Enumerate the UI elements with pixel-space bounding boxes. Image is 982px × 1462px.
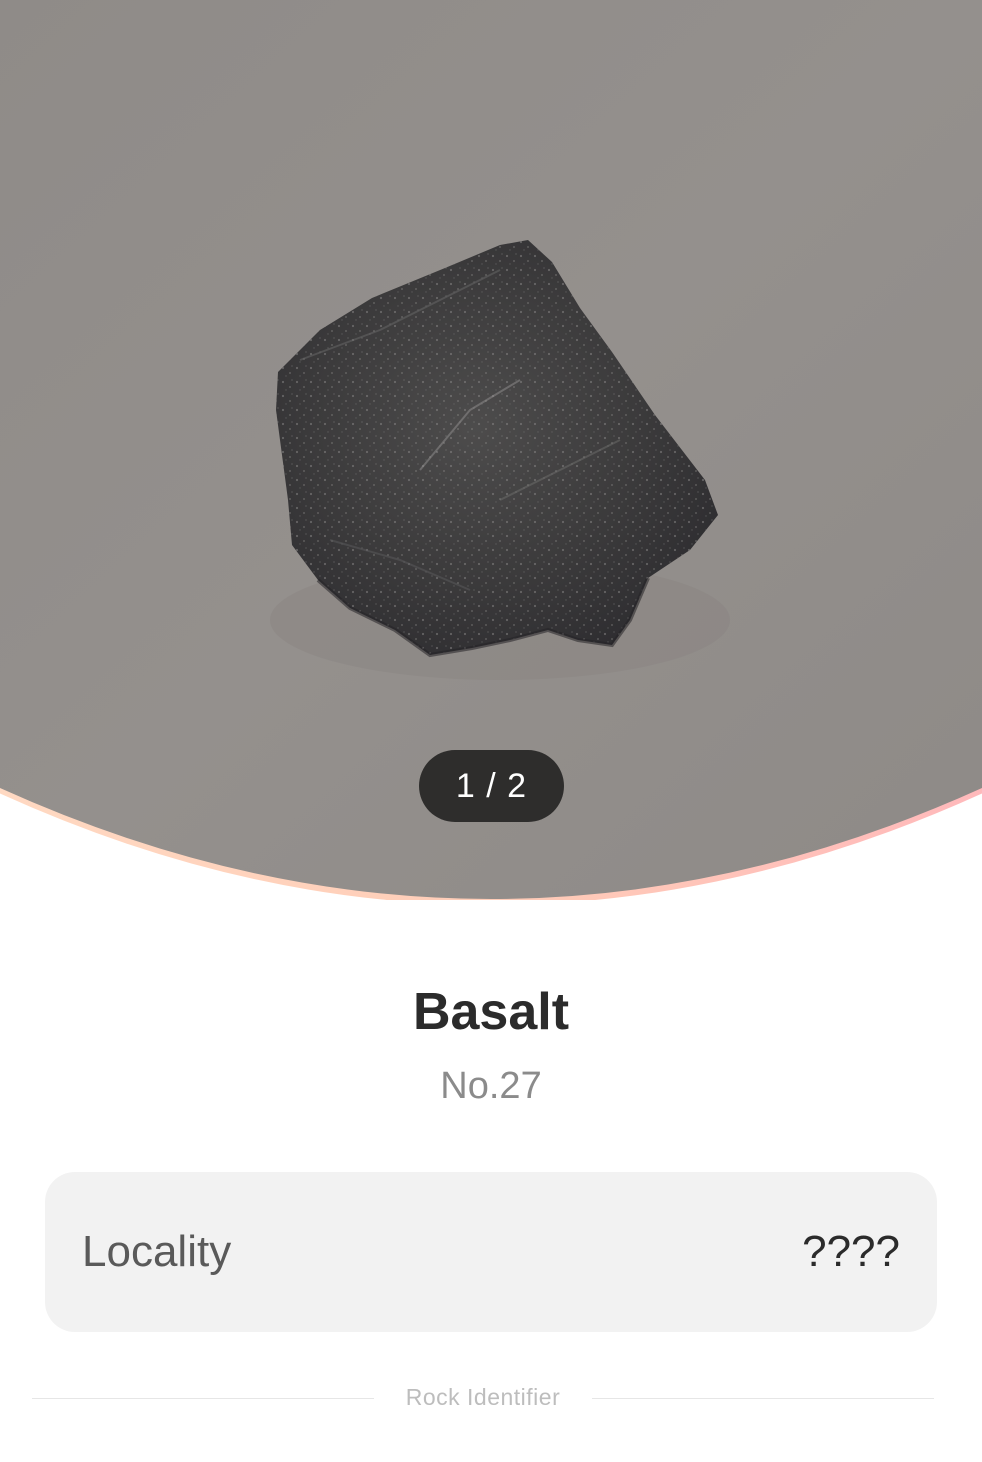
footer-divider-right — [592, 1398, 934, 1399]
locality-value: ???? — [802, 1227, 900, 1276]
specimen-name: Basalt — [412, 983, 570, 1041]
footer-brand-text: Rock Identifier — [405, 1384, 561, 1410]
locality-row: Locality ???? — [45, 1172, 937, 1332]
image-counter-badge: 1 / 2 — [419, 750, 564, 822]
footer-divider-left — [32, 1398, 374, 1399]
specimen-detail-page: 1 / 2 Basalt No.27 Locality ???? Rock Id… — [0, 0, 982, 1462]
locality-label: Locality — [82, 1227, 232, 1276]
specimen-number: No.27 — [440, 1065, 542, 1107]
